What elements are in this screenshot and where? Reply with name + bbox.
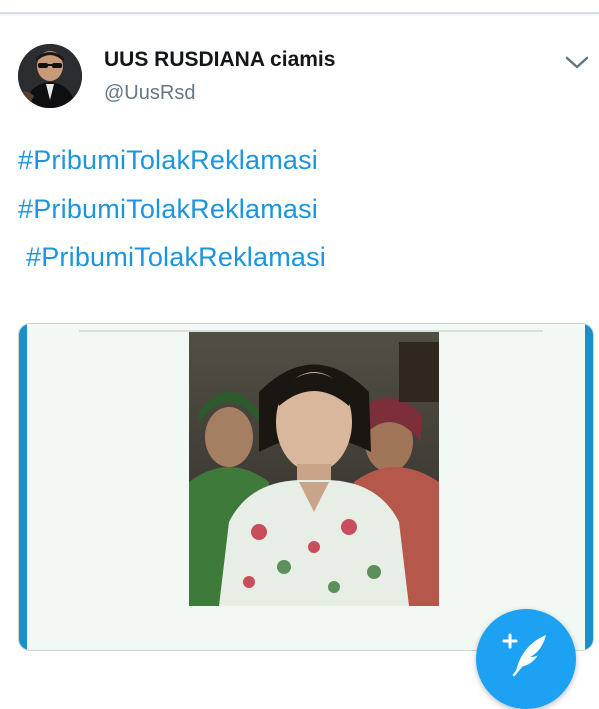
tweet-media[interactable] <box>18 323 594 651</box>
hashtag-link[interactable]: #PribumiTolakReklamasi <box>18 194 318 225</box>
media-border <box>585 324 593 650</box>
display-name[interactable]: UUS RUSDIANA ciamis <box>104 48 335 72</box>
media-photo <box>189 332 439 606</box>
chevron-down-icon[interactable] <box>563 52 591 72</box>
compose-tweet-button[interactable] <box>476 609 576 709</box>
hashtag-link[interactable]: #PribumiTolakReklamasi <box>18 145 318 176</box>
top-bar <box>0 0 599 14</box>
compose-tweet-icon <box>502 633 546 677</box>
avatar[interactable] <box>18 44 82 108</box>
hashtag-link[interactable]: #PribumiTolakReklamasi <box>26 242 326 273</box>
media-border <box>19 324 27 650</box>
user-handle[interactable]: @UusRsd <box>104 82 195 105</box>
